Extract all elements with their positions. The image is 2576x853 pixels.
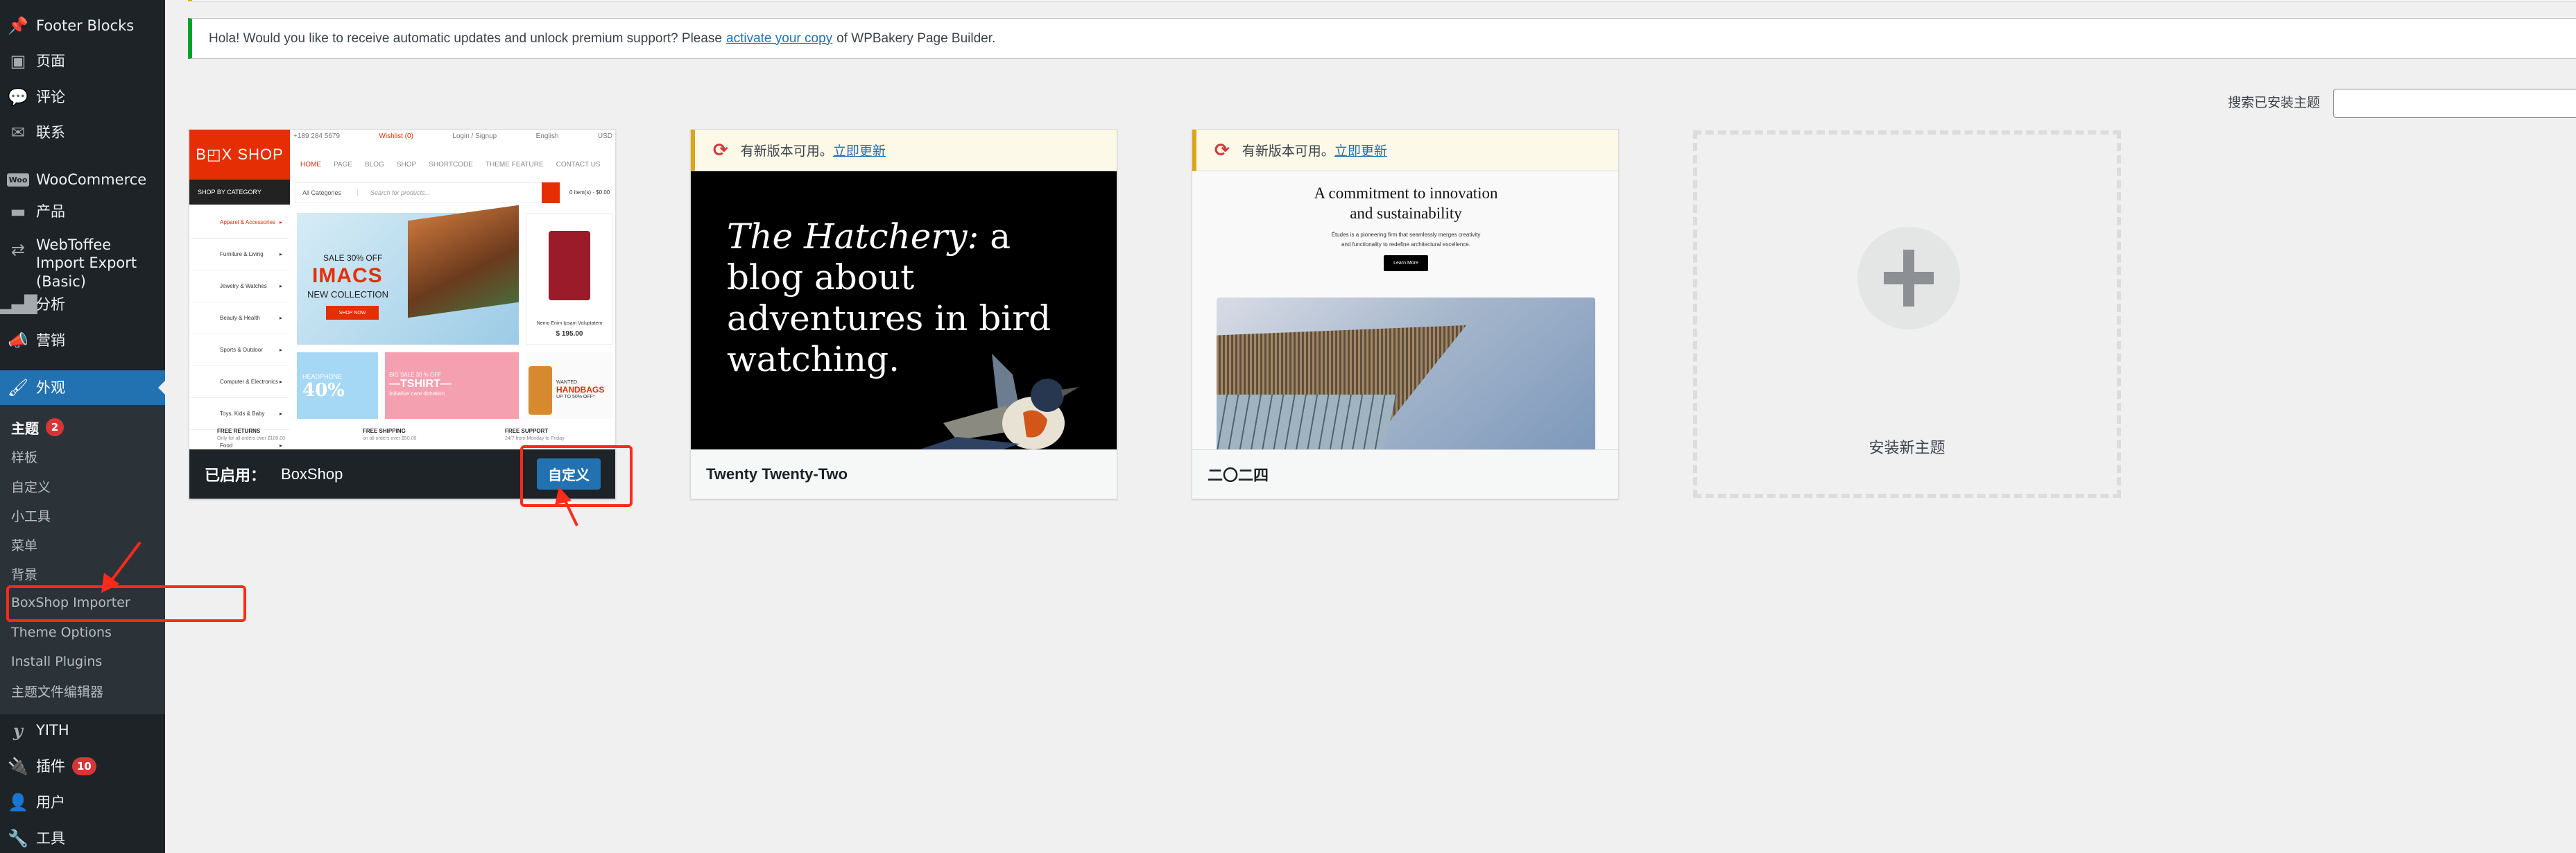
- paintbrush-icon: 🖌: [7, 378, 29, 397]
- update-now-link[interactable]: 立即更新: [1334, 141, 1387, 160]
- update-icon: ⟳: [713, 139, 728, 161]
- woo-icon: Woo: [0, 173, 36, 187]
- sidebar-item-users[interactable]: 👤 用户: [0, 786, 165, 818]
- sidebar-item-comments[interactable]: 💬 评论: [0, 81, 165, 113]
- plus-icon: [1857, 227, 1960, 329]
- active-theme-label: 已启用：: [205, 466, 266, 484]
- theme-footer-twentytwentyfour: 二〇二四: [1192, 449, 1618, 499]
- archive-icon: ▬: [10, 202, 26, 221]
- cart-icon: 0 item(s) - $0.00: [569, 189, 610, 196]
- megaphone-icon: 📣: [8, 331, 28, 350]
- sidebar-item-pages[interactable]: ▣ 页面: [0, 45, 165, 77]
- boxshop-preview-nav: HOME PAGE BLOG SHOP SHORTCODE THEME FEAT…: [300, 161, 601, 169]
- boxshop-product-preview: Nemo Enim Ipsam Voluptatem $ 195.00: [526, 213, 613, 345]
- search-themes-label: 搜索已安装主题: [2228, 95, 2321, 110]
- search-themes-input[interactable]: [2333, 89, 2576, 118]
- boxshop-hero-banner: SALE 30% OFF IMACS NEW COLLECTION SHOP N…: [297, 205, 519, 345]
- admin-sidebar: 📌 Footer Blocks ▣ 页面 💬 评论 ✉ 联系 Woo WooCo…: [0, 0, 165, 853]
- architecture-photo: [1217, 298, 1595, 451]
- submenu-theme-options[interactable]: Theme Options: [11, 619, 112, 646]
- theme-update-notice: ⟳ 有新版本可用。 立即更新: [1192, 130, 1618, 171]
- sidebar-item-appearance[interactable]: 🖌 外观: [0, 370, 165, 405]
- wpbakery-activation-notice: Hola! Would you like to receive automati…: [188, 18, 2576, 59]
- sidebar-item-footer-blocks[interactable]: 📌 Footer Blocks: [0, 10, 165, 42]
- theme-update-notice: ⟳ 有新版本可用。 立即更新: [691, 130, 1117, 171]
- sidebar-item-analytics[interactable]: ▂▄█ 分析: [0, 288, 165, 320]
- analytics-icon: ▂▄█: [0, 295, 37, 314]
- submenu-themes[interactable]: 主题 2: [11, 413, 64, 441]
- add-new-theme-label: 安装新主题: [1869, 440, 1946, 457]
- submenu-theme-file-editor[interactable]: 主题文件编辑器: [11, 677, 103, 705]
- search-icon: [542, 182, 560, 203]
- sidebar-item-yith[interactable]: y YITH: [0, 714, 165, 746]
- theme-name: 二〇二四: [1208, 467, 1269, 484]
- theme-footer-twentytwentytwo: Twenty Twenty-Two: [691, 449, 1117, 499]
- pages-icon: ▣: [10, 51, 26, 71]
- plugins-update-badge: 10: [72, 757, 96, 775]
- admin-notice-partial: [188, 0, 2576, 1]
- import-export-icon: ⇄: [10, 240, 26, 259]
- sidebar-item-marketing[interactable]: 📣 营销: [0, 325, 165, 356]
- boxshop-logo: B◰X SHOP: [189, 130, 290, 180]
- add-new-theme-card[interactable]: 安装新主题: [1693, 130, 2121, 498]
- mail-icon: ✉: [10, 123, 26, 142]
- theme-footer-boxshop: 已启用： BoxShop 自定义: [189, 449, 615, 499]
- sidebar-item-plugins[interactable]: 🔌 插件 10: [0, 750, 165, 782]
- submenu-menus[interactable]: 菜单: [11, 531, 37, 558]
- submenu-patterns[interactable]: 样板: [11, 442, 37, 470]
- comments-icon: 💬: [8, 87, 28, 107]
- theme-name: BoxShop: [281, 465, 343, 483]
- wrench-icon: 🔧: [8, 829, 28, 848]
- submenu-install-plugins[interactable]: Install Plugins: [11, 648, 102, 675]
- sidebar-item-woocommerce[interactable]: Woo WooCommerce: [0, 164, 165, 196]
- submenu-background[interactable]: 背景: [11, 560, 37, 587]
- sidebar-item-products[interactable]: ▬ 产品: [0, 196, 165, 227]
- sidebar-item-webtoffee[interactable]: ⇄ WebToffee Import Export (Basic): [0, 236, 165, 290]
- sidebar-item-tools[interactable]: 🔧 工具: [0, 822, 165, 853]
- user-icon: 👤: [8, 793, 28, 812]
- update-icon: ⟳: [1214, 139, 1230, 161]
- submenu-widgets[interactable]: 小工具: [11, 501, 51, 529]
- pin-icon: 📌: [8, 16, 28, 35]
- appearance-submenu: 主题 2 样板 自定义 小工具 菜单 背景 BoxShop Importer T…: [0, 405, 165, 714]
- yith-icon: y: [13, 720, 23, 741]
- update-now-link[interactable]: 立即更新: [833, 141, 886, 160]
- themes-update-badge: 2: [46, 418, 64, 436]
- submenu-customize[interactable]: 自定义: [11, 472, 51, 500]
- theme-screenshot-boxshop: B◰X SHOP +189 284 5679 Wishlist (0) Logi…: [189, 130, 615, 462]
- theme-card-twentytwentyfour[interactable]: ⟳ 有新版本可用。 立即更新 A commitment to innovatio…: [1192, 129, 1619, 499]
- theme-name: Twenty Twenty-Two: [706, 465, 848, 483]
- bird-illustration: [916, 354, 1079, 451]
- customize-button[interactable]: 自定义: [537, 458, 601, 490]
- sidebar-item-contact[interactable]: ✉ 联系: [0, 117, 165, 148]
- activate-copy-link[interactable]: activate your copy: [726, 31, 832, 46]
- plugin-icon: 🔌: [8, 757, 28, 776]
- theme-screenshot-twentytwentytwo: The Hatchery: a blog about adventures in…: [691, 171, 1117, 451]
- submenu-boxshop-importer[interactable]: BoxShop Importer: [11, 589, 130, 617]
- theme-card-boxshop[interactable]: B◰X SHOP +189 284 5679 Wishlist (0) Logi…: [189, 129, 616, 499]
- theme-screenshot-twentytwentyfour: A commitment to innovation and sustainab…: [1192, 171, 1618, 451]
- theme-card-twentytwentytwo[interactable]: ⟳ 有新版本可用。 立即更新 The Hatchery: a blog abou…: [690, 129, 1117, 499]
